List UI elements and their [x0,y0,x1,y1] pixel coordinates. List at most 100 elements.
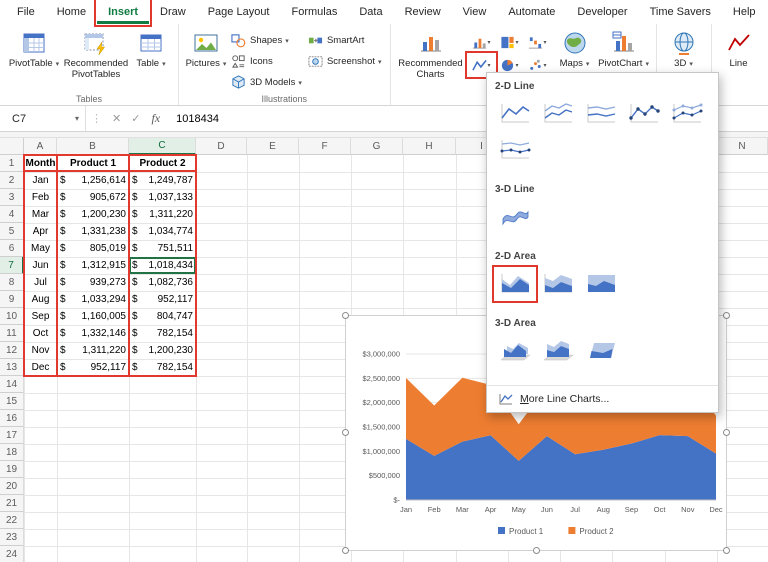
option-3d-line[interactable] [495,201,535,233]
tab-data[interactable]: Data [348,0,393,24]
option-stacked-area[interactable] [538,268,578,300]
row-header-6[interactable]: 6 [0,240,24,257]
pivotchart-button[interactable]: PivotChart [597,27,651,70]
scatter-chart-icon [528,58,543,73]
insert-column-chart-button[interactable] [468,31,495,53]
column-header-H[interactable]: H [403,138,456,155]
tab-help[interactable]: Help [722,0,767,24]
chart-resize-handle[interactable] [342,429,349,436]
insert-function-icon[interactable]: fx [151,111,160,126]
row-header-13[interactable]: 13 [0,359,24,376]
tab-draw[interactable]: Draw [149,0,197,24]
name-box[interactable]: C7 [0,106,86,131]
column-header-N[interactable]: N [717,138,768,155]
row-header-20[interactable]: 20 [0,478,24,495]
row-header-21[interactable]: 21 [0,495,24,512]
option-3d-area[interactable] [495,335,535,367]
row-header-2[interactable]: 2 [0,172,24,189]
chart-resize-handle[interactable] [342,547,349,554]
recommended-pivottables-icon [83,30,109,56]
row-header-16[interactable]: 16 [0,410,24,427]
recommended-charts-button[interactable]: Recommended Charts [396,27,466,81]
tab-developer[interactable]: Developer [566,0,638,24]
tab-file[interactable]: File [6,0,46,24]
option-3d-100-stacked-area[interactable] [581,335,621,367]
chart-resize-handle[interactable] [342,312,349,319]
row-header-3[interactable]: 3 [0,189,24,206]
column-header-C[interactable]: C [129,138,196,155]
row-header-7[interactable]: 7 [0,257,24,274]
pivottable-button[interactable]: PivotTable [5,27,63,70]
smartart-button[interactable]: SmartArt [305,31,385,50]
tab-time-savers[interactable]: Time Savers [639,0,722,24]
option-stacked-line[interactable] [538,98,578,130]
row-header-12[interactable]: 12 [0,342,24,359]
3d-map-button[interactable]: 3D [662,27,706,70]
chart-resize-handle[interactable] [723,547,730,554]
pictures-button[interactable]: Pictures [184,27,228,70]
formula-input[interactable]: 1018434 [176,113,219,125]
screenshot-button[interactable]: Screenshot [305,52,385,71]
column-header-F[interactable]: F [299,138,351,155]
row-header-22[interactable]: 22 [0,512,24,529]
chart-resize-handle[interactable] [723,312,730,319]
row-header-9[interactable]: 9 [0,291,24,308]
option-100-stacked-line[interactable] [581,98,621,130]
row-header-18[interactable]: 18 [0,444,24,461]
row-header-1[interactable]: 1 [0,155,24,172]
tab-home[interactable]: Home [46,0,97,24]
tab-insert[interactable]: Insert [94,0,153,27]
option-100-stacked-line-with-markers[interactable] [495,134,535,166]
column-header-G[interactable]: G [351,138,403,155]
3d-models-button[interactable]: 3D Models [228,73,305,92]
sparkline-line-button[interactable]: Line [717,27,761,70]
row-header-17[interactable]: 17 [0,427,24,444]
column-header-B[interactable]: B [57,138,129,155]
insert-waterfall-chart-button[interactable] [524,31,551,53]
tab-automate[interactable]: Automate [497,0,566,24]
chart-resize-handle[interactable] [723,429,730,436]
tab-view[interactable]: View [452,0,498,24]
tables-group-label: Tables [75,94,102,104]
tab-page-layout[interactable]: Page Layout [197,0,281,24]
column-header-A[interactable]: A [24,138,57,155]
treemap-chart-icon [500,35,515,50]
row-header-19[interactable]: 19 [0,461,24,478]
icons-button[interactable]: Icons [228,52,305,71]
table-button[interactable]: Table [129,27,173,70]
pivotchart-icon [611,30,637,56]
enter-icon[interactable]: ✓ [131,112,140,125]
cancel-icon[interactable]: ✕ [112,112,121,125]
shapes-button[interactable]: Shapes [228,31,305,50]
option-3d-stacked-area[interactable] [538,335,578,367]
screenshot-label: Screenshot [327,56,382,67]
column-header-D[interactable]: D [196,138,247,155]
row-header-4[interactable]: 4 [0,206,24,223]
column-header-E[interactable]: E [247,138,299,155]
svg-text:Dec: Dec [709,505,723,514]
option-line-with-markers[interactable] [624,98,664,130]
insert-hierarchy-chart-button[interactable] [496,31,523,53]
row-header-11[interactable]: 11 [0,325,24,342]
row-header-5[interactable]: 5 [0,223,24,240]
row-header-23[interactable]: 23 [0,529,24,546]
option-line[interactable] [495,98,535,130]
chart-resize-handle[interactable] [533,547,540,554]
row-header-24[interactable]: 24 [0,546,24,562]
svg-text:Aug: Aug [597,505,610,514]
option-100-stacked-area[interactable] [581,268,621,300]
option-stacked-line-with-markers[interactable] [667,98,707,130]
tab-formulas[interactable]: Formulas [281,0,349,24]
row-header-14[interactable]: 14 [0,376,24,393]
option-area[interactable] [492,265,538,303]
more-line-charts-button[interactable]: More Line Charts... [487,385,718,412]
recommended-pivottables-button[interactable]: Recommended PivotTables [63,27,129,81]
row-header-15[interactable]: 15 [0,393,24,410]
row-header-8[interactable]: 8 [0,274,24,291]
row-header-10[interactable]: 10 [0,308,24,325]
chart-type-buttons [464,27,551,79]
select-all-corner[interactable] [0,138,24,155]
3d-map-globe-icon [671,30,697,56]
maps-button[interactable]: Maps [553,27,597,70]
tab-review[interactable]: Review [394,0,452,24]
